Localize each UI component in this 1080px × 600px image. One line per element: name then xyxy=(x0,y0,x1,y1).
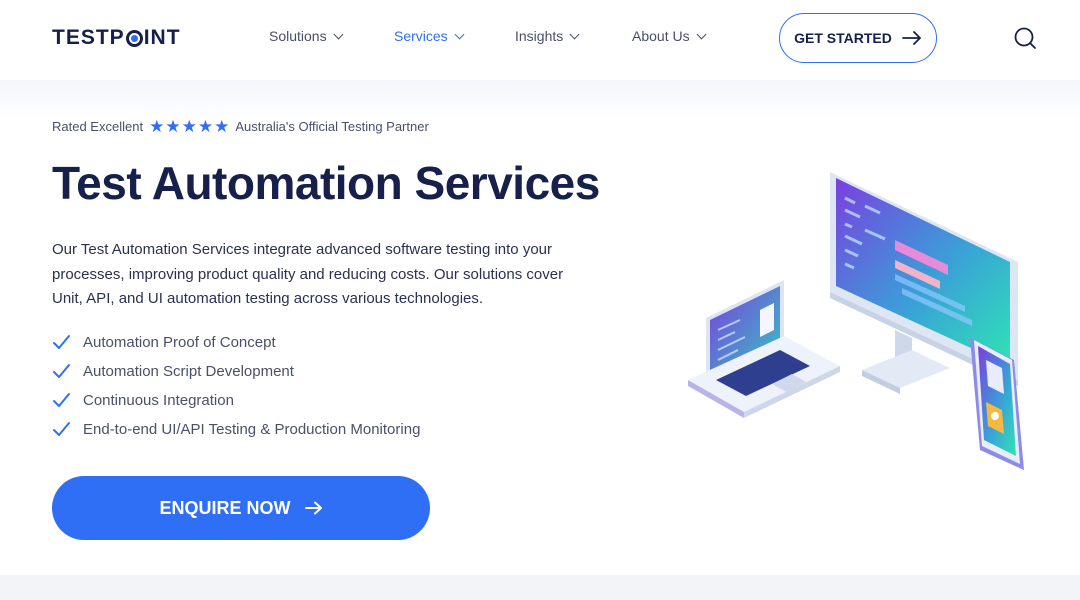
chevron-down-icon xyxy=(569,29,580,39)
arrow-right-icon xyxy=(901,31,921,45)
section-divider xyxy=(0,575,1080,600)
logo-o-mark-icon xyxy=(125,29,143,47)
star-icon: ★ xyxy=(165,117,181,136)
nav-item-about-us[interactable]: About Us xyxy=(632,28,707,44)
search-icon[interactable] xyxy=(1012,25,1038,51)
rating-label: Rated Excellent xyxy=(52,119,144,134)
star-icon: ★ xyxy=(149,117,165,136)
star-icon: ★ xyxy=(197,117,214,136)
devices-illustration xyxy=(688,172,1024,470)
feature-list: Automation Proof of Concept Automation S… xyxy=(52,328,420,444)
check-icon xyxy=(53,393,70,407)
chevron-down-icon xyxy=(454,29,465,39)
logo-text-prefix: TESTP xyxy=(52,26,125,49)
nav-item-services[interactable]: Services xyxy=(394,28,465,44)
nav-item-insights[interactable]: Insights xyxy=(515,28,580,44)
check-icon xyxy=(53,422,70,436)
feature-label: Continuous Integration xyxy=(83,392,234,409)
chevron-down-icon xyxy=(333,29,344,39)
star-icon: ★ xyxy=(181,117,197,136)
feature-label: End-to-end UI/API Testing & Production M… xyxy=(83,421,421,438)
partner-label: Australia's Official Testing Partner xyxy=(235,119,429,134)
get-started-label: GET STARTED xyxy=(794,30,892,46)
get-started-button[interactable]: GET STARTED xyxy=(779,13,937,63)
nav-item-label: About Us xyxy=(632,28,690,44)
nav-item-label: Solutions xyxy=(269,28,327,44)
nav-item-label: Services xyxy=(394,28,448,44)
rating-stars: ★ ★ ★ ★ ★ xyxy=(149,118,229,135)
site-header: TESTP INT Solutions Services Insights Ab… xyxy=(0,0,1080,80)
enquire-now-button[interactable]: ENQUIRE NOW xyxy=(52,476,430,540)
hero-description: Our Test Automation Services integrate a… xyxy=(52,241,564,307)
nav-item-label: Insights xyxy=(515,28,564,44)
enquire-now-label: ENQUIRE NOW xyxy=(159,497,291,518)
check-icon xyxy=(53,364,70,378)
feature-label: Automation Proof of Concept xyxy=(83,334,276,351)
list-item: Automation Script Development xyxy=(52,357,420,386)
arrow-right-icon xyxy=(304,501,322,515)
feature-label: Automation Script Development xyxy=(83,363,294,380)
list-item: End-to-end UI/API Testing & Production M… xyxy=(52,415,420,444)
chevron-down-icon xyxy=(696,29,707,39)
check-icon xyxy=(53,335,70,349)
logo-text-suffix: INT xyxy=(143,26,181,49)
rating-line: Rated Excellent ★ ★ ★ ★ ★ Australia's Of… xyxy=(52,118,429,135)
list-item: Continuous Integration xyxy=(52,386,420,415)
star-icon: ★ xyxy=(214,117,230,136)
page-title: Test Automation Services xyxy=(52,157,600,209)
list-item: Automation Proof of Concept xyxy=(52,328,420,357)
laptop xyxy=(688,280,840,418)
testpoint-logo[interactable]: TESTP INT xyxy=(52,26,181,50)
nav-item-solutions[interactable]: Solutions xyxy=(269,28,344,44)
